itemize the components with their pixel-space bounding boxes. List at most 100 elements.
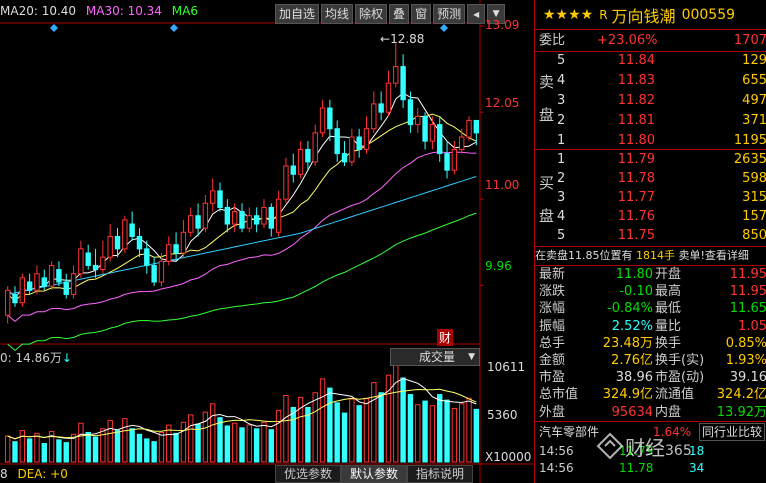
candle-body	[195, 215, 201, 229]
ma-line-3	[7, 212, 477, 352]
indicator-select-value: 成交量	[419, 350, 456, 364]
level-price[interactable]: 11.84	[595, 51, 655, 71]
order-alert-action[interactable]: 卖单!查看详细	[679, 249, 749, 262]
candle-body	[224, 206, 231, 225]
finance-badge[interactable]: 财	[437, 329, 454, 346]
sell-level-3[interactable]: 3 11.82 497	[535, 91, 766, 111]
event-marker-icon	[440, 24, 448, 32]
quote-label: 金额	[539, 353, 566, 368]
volume-bar	[239, 427, 245, 463]
buy-level-4[interactable]: 4 11.76 157	[535, 207, 766, 227]
buy-level-2[interactable]: 2 11.78 598	[535, 169, 766, 189]
sell-level-1[interactable]: 1 11.80 1195	[535, 131, 766, 151]
collapse-panel-icon[interactable]: ◂	[467, 4, 486, 24]
quote-value: 0.85%	[725, 335, 766, 351]
volume-bar	[407, 394, 414, 463]
buy-level-1[interactable]: 1 11.79 2635	[535, 150, 766, 170]
level-price[interactable]: 11.77	[595, 188, 655, 208]
volume-bar	[275, 409, 282, 463]
overlay-button[interactable]: 叠	[389, 4, 410, 24]
candle-body	[378, 103, 384, 113]
candle-body	[114, 235, 121, 250]
volume-bar	[12, 441, 18, 463]
window-button[interactable]: 窗	[411, 4, 432, 24]
level-price[interactable]: 11.80	[595, 131, 655, 151]
quote-label: 涨跌	[539, 284, 566, 300]
candle-body	[393, 66, 399, 84]
candle-body	[34, 273, 40, 291]
candle-body	[92, 264, 99, 271]
buy-label-1: 买	[539, 174, 555, 192]
volume-bar	[217, 417, 223, 463]
price-axis-3: 11.00	[485, 178, 520, 192]
level-price[interactable]: 11.81	[595, 111, 655, 131]
candle-body	[385, 82, 392, 113]
candle-body	[415, 115, 421, 126]
high-marker: ←12.88	[380, 32, 425, 46]
indicator-select[interactable]: 成交量 ▼	[390, 348, 480, 366]
volume-bar	[349, 398, 355, 463]
volume-info-value: 0: 14.86万	[0, 351, 62, 365]
volume-bar	[158, 431, 165, 463]
tab-optimize-params[interactable]: 优选参数	[275, 465, 342, 483]
ma-line-button[interactable]: 均线	[321, 4, 354, 24]
level-volume: 850	[742, 228, 766, 243]
level-price[interactable]: 11.78	[595, 169, 655, 189]
sell-level-4[interactable]: 4 11.83 655	[535, 71, 766, 91]
quote-label: 市盈	[539, 370, 566, 386]
level-price[interactable]: 11.76	[595, 207, 655, 227]
volume-bar	[246, 424, 253, 463]
volume-bar	[231, 422, 238, 463]
level-price[interactable]: 11.83	[595, 71, 655, 91]
level-price[interactable]: 11.82	[595, 91, 655, 111]
volume-bar	[451, 407, 458, 463]
divider	[535, 421, 766, 422]
volume-bar	[151, 441, 157, 463]
industry-compare-button[interactable]: 同行业比较	[699, 423, 766, 441]
order-alert[interactable]: 在卖盘11.85位置有 1814手 卖单!查看详细	[535, 247, 766, 265]
level-number: 2	[557, 113, 566, 128]
volume-bar	[136, 433, 143, 463]
stock-name[interactable]: 万向钱潮	[612, 3, 676, 27]
ex-right-button[interactable]: 除权	[355, 4, 388, 24]
quote-value: 38.96	[615, 370, 653, 386]
candle-body	[349, 136, 355, 163]
candle-body	[56, 269, 62, 283]
level-price[interactable]: 11.75	[595, 226, 655, 246]
candle-body	[180, 231, 187, 254]
ma60-label: MA6	[171, 4, 198, 18]
volume-bar	[4, 435, 11, 463]
add-watchlist-button[interactable]: 加自选	[275, 4, 320, 24]
quote-label: 换手	[655, 335, 682, 351]
kline-chart[interactable]	[0, 0, 534, 483]
tab-indicator-help[interactable]: 指标说明	[407, 465, 474, 483]
candle-body	[136, 235, 143, 250]
stock-title: ★★★★ R 万向钱潮 000559	[535, 0, 766, 30]
macd-left-value: 8	[0, 467, 8, 481]
forecast-button[interactable]: 预测	[433, 4, 466, 24]
weibi-value: +23.06%	[597, 33, 658, 48]
candle-body	[144, 248, 150, 266]
kline-chart-area[interactable]: MA20: 10.40 MA30: 10.34 MA6 加自选 均线 除权 叠 …	[0, 0, 534, 483]
sector-name[interactable]: 汽车零部件	[539, 423, 599, 441]
volume-bar	[290, 407, 296, 463]
quote-label: 总市值	[539, 387, 579, 403]
buy-level-3[interactable]: 3 11.77 315	[535, 188, 766, 208]
buy-level-5[interactable]: 5 11.75 850	[535, 226, 766, 246]
volume-axis-mid: 5360	[487, 408, 518, 422]
level-price[interactable]: 11.79	[595, 150, 655, 170]
quote-row: 金额 2.76亿 换手(实) 1.93%	[535, 352, 766, 369]
weicha-value: 1707	[733, 33, 766, 48]
candle-body	[341, 153, 348, 163]
candle-body	[400, 66, 406, 101]
sell-level-2[interactable]: 2 11.81 371	[535, 111, 766, 131]
quote-value: 39.16	[729, 370, 766, 386]
volume-bar	[210, 403, 216, 463]
volume-bar	[41, 443, 47, 463]
candle-body	[305, 148, 311, 163]
tab-default-params[interactable]: 默认参数	[341, 465, 408, 483]
candle-body	[173, 244, 179, 254]
sell-level-5[interactable]: 5 11.84 129	[535, 51, 766, 71]
quote-label: 内盘	[655, 404, 682, 420]
candle-body	[158, 260, 165, 283]
